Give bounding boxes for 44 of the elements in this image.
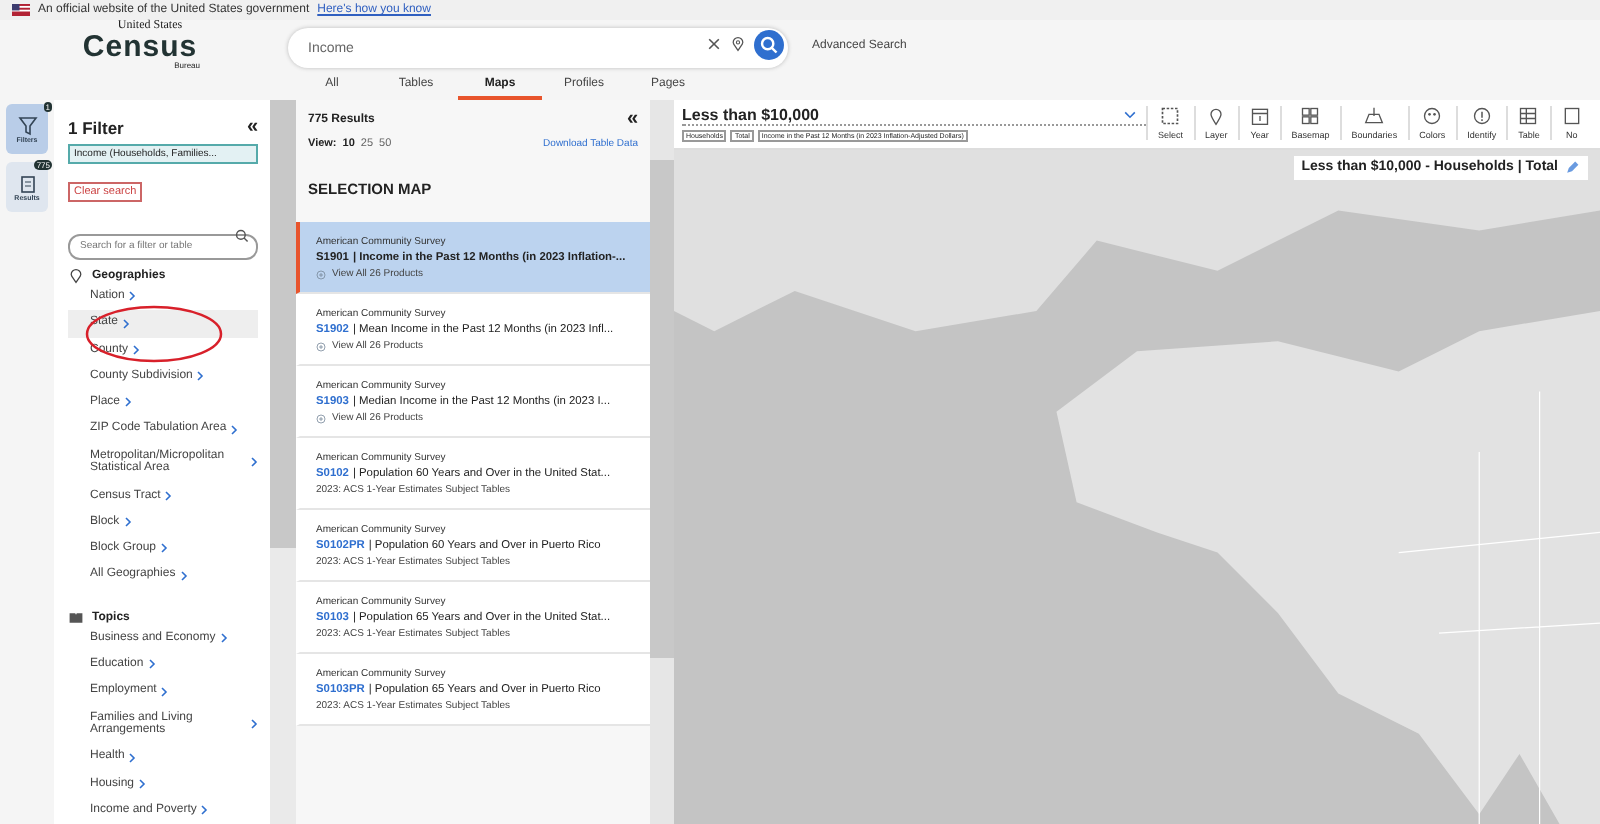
pencil-icon[interactable] [1564, 159, 1580, 176]
chevron-icon [128, 290, 137, 303]
layer-icon [1206, 106, 1227, 127]
chevron-icon [160, 542, 169, 555]
filter-count-title: 1 Filter [68, 118, 124, 138]
colors-icon [1422, 106, 1443, 127]
chevron-down-icon[interactable] [1122, 106, 1138, 123]
notes-icon [1561, 106, 1582, 127]
chevron-icon [219, 631, 228, 644]
collapse-button[interactable]: « [246, 118, 258, 138]
chevron-icon [250, 456, 258, 469]
chevron-icon [123, 516, 132, 529]
flag-icon [12, 4, 30, 16]
chevron-icon [196, 370, 205, 383]
table-icon [1518, 106, 1539, 127]
basemap-icon [1300, 106, 1321, 127]
chevron-icon [124, 396, 133, 409]
pin-icon[interactable] [730, 36, 746, 52]
chevron-icon [147, 658, 156, 671]
map-variable-title[interactable]: Less than $10,000 [682, 105, 819, 124]
chevron-icon [164, 489, 173, 502]
select-icon [1160, 106, 1181, 127]
scrollbar[interactable] [270, 100, 296, 824]
book-icon [68, 609, 84, 626]
plus-circle-icon [316, 413, 326, 423]
chevron-icon [160, 685, 169, 698]
chevron-icon [200, 804, 209, 817]
logo-name: Census [82, 32, 198, 62]
filter-icon [17, 115, 37, 135]
close-icon[interactable] [706, 36, 722, 52]
search-icon [234, 227, 250, 243]
plus-circle-icon [316, 341, 326, 351]
document-icon [17, 173, 37, 193]
pin-icon [68, 268, 84, 284]
identify-icon [1471, 106, 1492, 127]
collapse-button[interactable]: « [626, 110, 638, 130]
year-icon [1249, 106, 1270, 127]
chevron-icon [250, 718, 258, 731]
chevron-icon [179, 569, 188, 582]
search-icon[interactable] [754, 29, 784, 59]
chevron-icon [230, 423, 239, 436]
scrollbar[interactable] [650, 100, 674, 824]
boundaries-icon [1364, 106, 1385, 127]
plus-circle-icon [316, 269, 326, 279]
